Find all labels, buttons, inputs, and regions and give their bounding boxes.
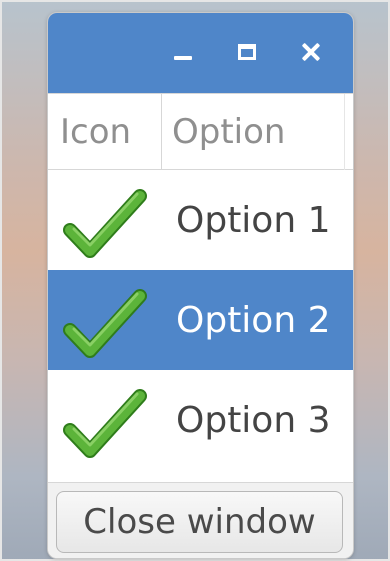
options-table: Icon Option Option 1 Option 2 Option 3 [48, 93, 353, 483]
window-titlebar[interactable] [48, 13, 353, 93]
minimize-icon [174, 56, 192, 60]
close-window-button[interactable]: Close window [56, 491, 343, 553]
window-footer: Close window [48, 483, 353, 558]
row-label: Option 1 [176, 199, 331, 241]
checkmark-icon [63, 189, 147, 258]
table-row-selected[interactable]: Option 2 [48, 270, 353, 370]
close-button-titlebar[interactable] [292, 33, 330, 71]
table-row[interactable]: Option 1 [48, 170, 353, 270]
column-header-icon[interactable]: Icon [60, 94, 160, 170]
column-divider [161, 94, 162, 170]
app-window: Icon Option Option 1 Option 2 Option 3 C… [47, 12, 354, 559]
column-header-option[interactable]: Option [172, 94, 332, 170]
close-icon [300, 41, 322, 63]
row-label: Option 2 [176, 299, 331, 341]
header-right-divider [344, 94, 345, 170]
table-row[interactable]: Option 3 [48, 370, 353, 470]
minimize-button[interactable] [164, 33, 202, 71]
maximize-icon [238, 44, 256, 60]
checkmark-icon [63, 289, 147, 358]
maximize-button[interactable] [228, 33, 266, 71]
table-header: Icon Option [48, 94, 353, 170]
checkmark-icon [63, 389, 147, 458]
row-label: Option 3 [176, 399, 331, 441]
